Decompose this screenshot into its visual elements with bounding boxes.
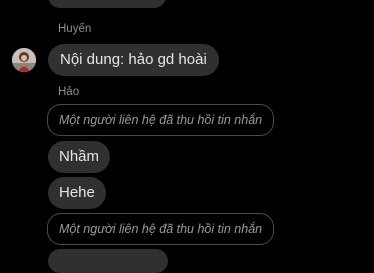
recalled-message-text: Một người liên hệ đã thu hồi tin nhắn (59, 113, 263, 127)
message-bubble[interactable]: Nhầm (48, 141, 111, 173)
message-text: Nhầm (59, 148, 100, 165)
sender-name: Hảo (58, 86, 80, 98)
avatar-photo (12, 48, 36, 72)
recalled-message[interactable]: Một người liên hệ đã thu hồi tin nhắn (47, 213, 275, 245)
recalled-message[interactable]: Một người liên hệ đã thu hồi tin nhắn (47, 104, 275, 136)
message-bubble-partial[interactable] (48, 0, 166, 8)
message-bubble[interactable]: Nội dung: hảo gd hoài (48, 44, 219, 76)
message-bubble-partial[interactable] (48, 249, 168, 273)
contact-avatar[interactable] (12, 48, 36, 72)
message-bubble[interactable]: Hehe (48, 177, 106, 209)
recalled-message-text: Một người liên hệ đã thu hồi tin nhắn (59, 222, 263, 236)
message-text: Nội dung: hảo gd hoài (60, 51, 207, 68)
message-text: Hehe (59, 184, 95, 201)
message-thread: Huyến Nội dung: hảo gd hoài Hảo Một ngườ… (0, 0, 374, 273)
sender-name: Huyến (58, 23, 92, 35)
